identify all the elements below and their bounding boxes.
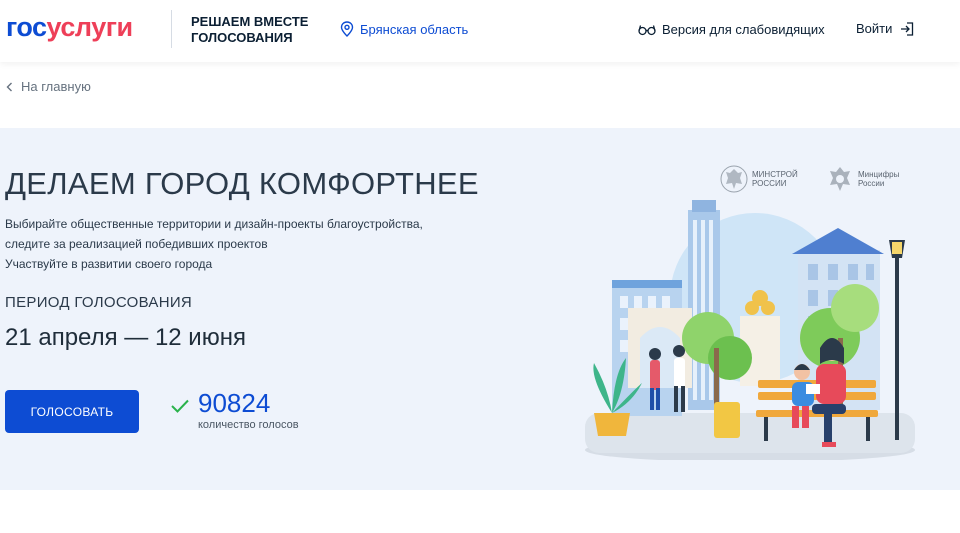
region-selector[interactable]: Брянская область bbox=[340, 21, 468, 37]
city-park-illustration bbox=[585, 200, 915, 460]
vote-button[interactable]: ГОЛОСОВАТЬ bbox=[5, 390, 139, 433]
check-icon bbox=[171, 399, 189, 413]
hero-desc-line3: Участвуйте в развитии своего города bbox=[5, 257, 213, 271]
glasses-icon bbox=[638, 24, 656, 35]
vision-mode-label: Версия для слабовидящих bbox=[662, 22, 825, 37]
logo-part-gos: гос bbox=[6, 12, 47, 42]
hero-desc-line2: следите за реализацией победивших проект… bbox=[5, 237, 268, 251]
login-label: Войти bbox=[856, 21, 893, 36]
login-arrow-icon bbox=[901, 21, 914, 36]
minstroy-line1: МИНСТРОЙ bbox=[752, 170, 798, 179]
back-label: На главную bbox=[21, 79, 91, 94]
hero-desc-line1: Выбирайте общественные территории и диза… bbox=[5, 217, 423, 231]
hero-banner: ДЕЛАЕМ ГОРОД КОМФОРТНЕЕ Выбирайте общест… bbox=[0, 128, 960, 490]
tagline-line1: РЕШАЕМ ВМЕСТЕ bbox=[191, 14, 309, 29]
hero-description: Выбирайте общественные территории и диза… bbox=[5, 214, 485, 274]
gosuslugi-logo[interactable]: госуслуги bbox=[6, 12, 133, 43]
back-to-main-link[interactable]: На главную bbox=[6, 79, 91, 94]
header-divider bbox=[171, 10, 172, 48]
voting-period-label: ПЕРИОД ГОЛОСОВАНИЯ bbox=[5, 294, 193, 311]
logo-part-uslugi: услуги bbox=[46, 12, 134, 42]
region-label: Брянская область bbox=[360, 21, 469, 37]
location-pin-icon bbox=[340, 21, 354, 37]
voting-period-dates: 21 апреля — 12 июня bbox=[5, 324, 246, 351]
hero-title: ДЕЛАЕМ ГОРОД КОМФОРТНЕЕ bbox=[5, 166, 479, 201]
vision-mode-link[interactable]: Версия для слабовидящих bbox=[638, 22, 825, 37]
mintsifry-line1: Минцифры bbox=[858, 170, 900, 179]
vote-count-label: количество голосов bbox=[198, 419, 299, 431]
site-header: госуслуги РЕШАЕМ ВМЕСТЕ ГОЛОСОВАНИЯ Брян… bbox=[0, 0, 960, 62]
login-button[interactable]: Войти bbox=[856, 21, 914, 36]
mintsifry-line2: России bbox=[858, 179, 885, 188]
chevron-left-icon bbox=[6, 82, 12, 91]
vote-count: 90824 bbox=[198, 388, 271, 418]
service-tagline[interactable]: РЕШАЕМ ВМЕСТЕ ГОЛОСОВАНИЯ bbox=[191, 14, 308, 46]
minstroy-line2: РОССИИ bbox=[752, 179, 787, 188]
tagline-line2: ГОЛОСОВАНИЯ bbox=[191, 30, 293, 45]
